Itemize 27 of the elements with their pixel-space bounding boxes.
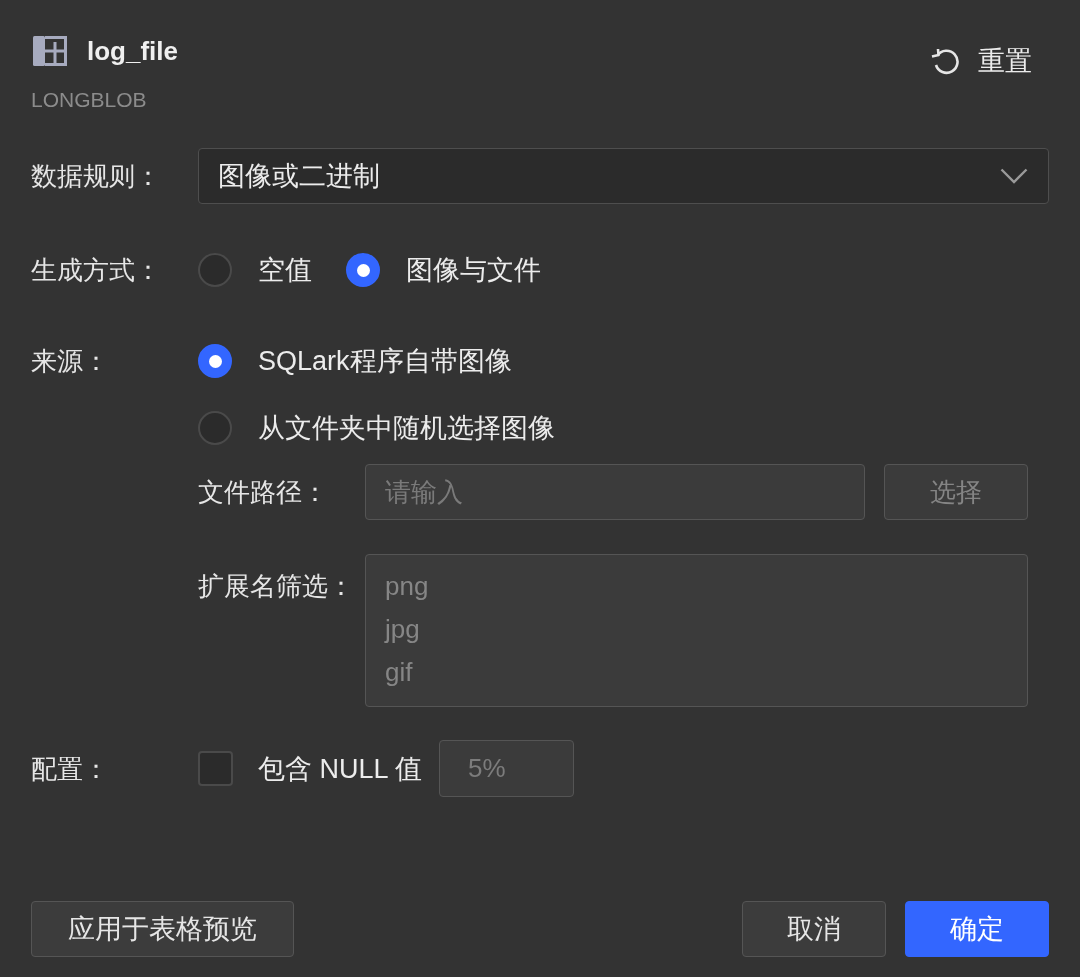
radio-button[interactable] (198, 253, 232, 287)
source-label: 来源： (31, 345, 110, 378)
apply-preview-button[interactable]: 应用于表格预览 (31, 901, 294, 957)
reset-button[interactable]: 重置 (930, 44, 1032, 78)
checkbox[interactable] (198, 751, 233, 786)
radio-button[interactable] (346, 253, 380, 287)
data-rule-label: 数据规则： (31, 160, 162, 193)
chevron-down-icon (1000, 168, 1028, 184)
select-value: 图像或二进制 (218, 160, 380, 193)
cancel-button[interactable]: 取消 (742, 901, 886, 957)
field-title: log_file (87, 35, 178, 68)
radio-label[interactable]: SQLark程序自带图像 (258, 344, 512, 378)
radio-label[interactable]: 空值 (258, 253, 312, 287)
radio-button[interactable] (198, 411, 232, 445)
data-rule-select[interactable]: 图像或二进制 (198, 148, 1049, 204)
reset-icon (930, 47, 962, 75)
radio-label[interactable]: 图像与文件 (406, 253, 541, 287)
radio-label[interactable]: 从文件夹中随机选择图像 (258, 411, 555, 445)
field-type: LONGBLOB (31, 88, 148, 112)
checkbox-label[interactable]: 包含 NULL 值 (258, 751, 423, 786)
generation-label: 生成方式： (31, 254, 162, 287)
confirm-button[interactable]: 确定 (905, 901, 1049, 957)
config-label: 配置： (31, 752, 110, 786)
extension-filter-label: 扩展名筛选： (198, 570, 355, 603)
table-icon (33, 36, 67, 66)
radio-button[interactable] (198, 344, 232, 378)
file-path-label: 文件路径： (198, 476, 329, 509)
